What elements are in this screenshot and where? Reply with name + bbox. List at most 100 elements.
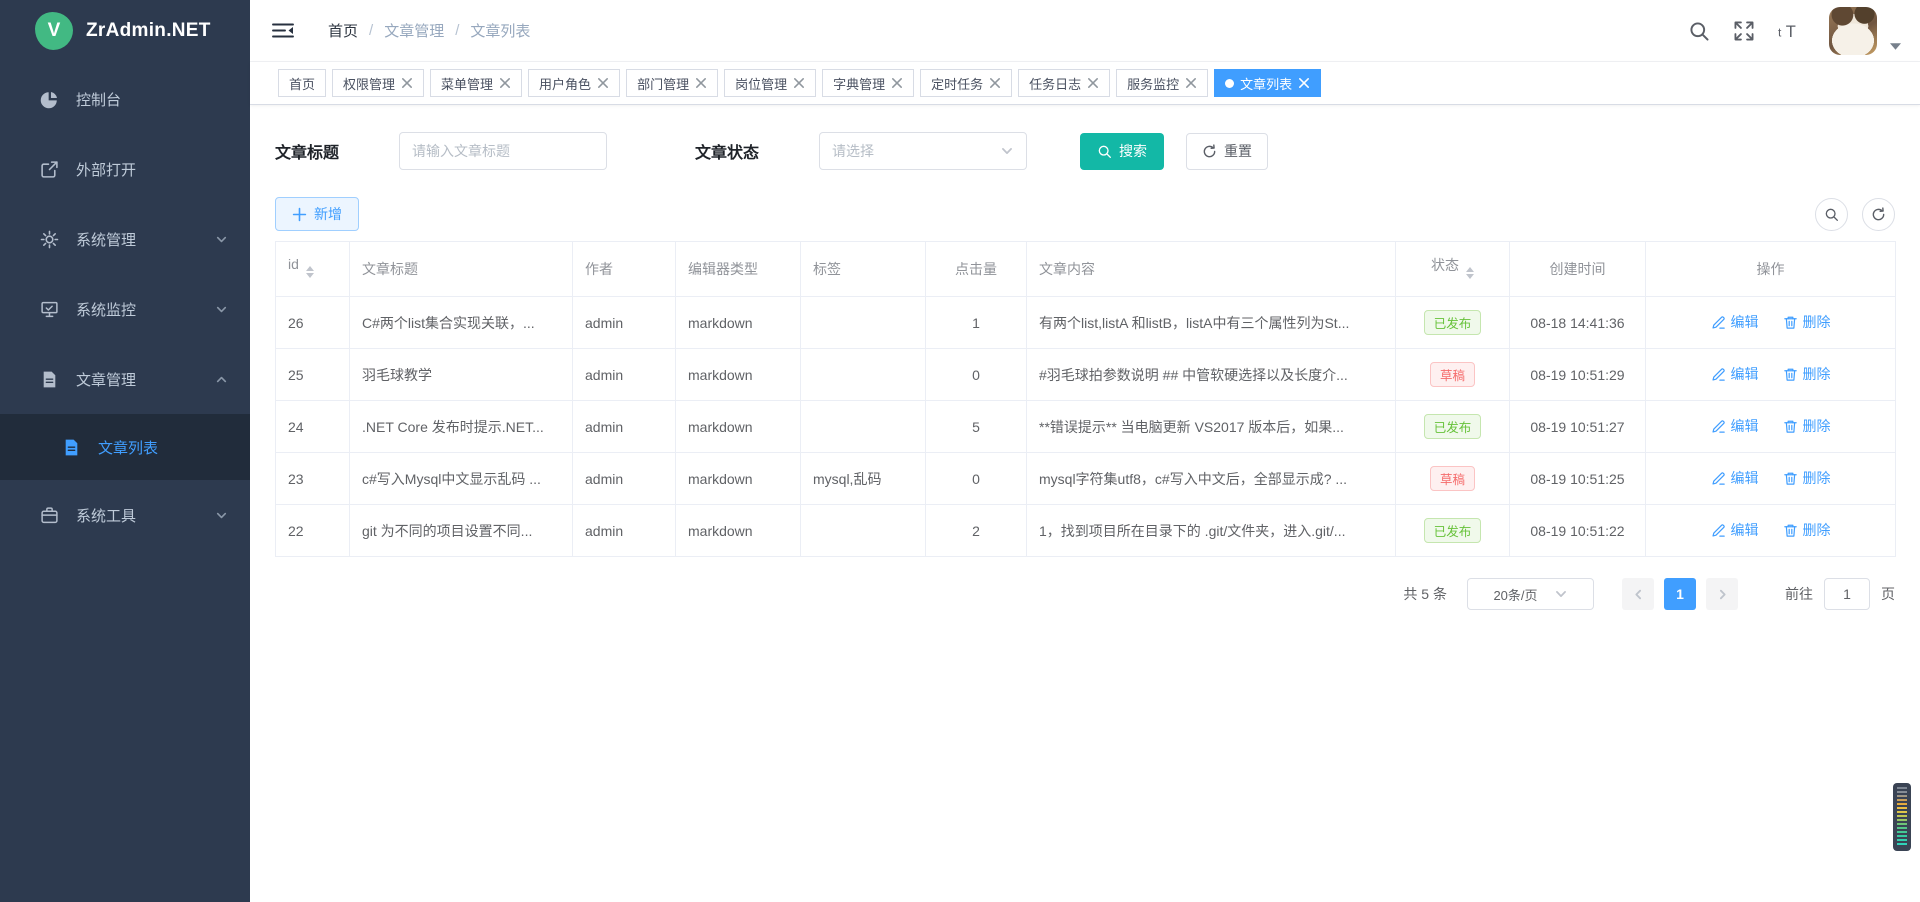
active-tab-dot [1225, 79, 1234, 88]
cell-tags [801, 401, 926, 453]
font-size-icon[interactable]: tT [1778, 20, 1800, 42]
user-menu[interactable] [1829, 7, 1901, 55]
edit-link-label: 编辑 [1731, 364, 1759, 384]
add-button[interactable]: 新增 [275, 197, 359, 231]
column-header-label: id [288, 256, 299, 272]
tab-home[interactable]: 首页 [278, 69, 326, 97]
toggle-search-button[interactable] [1815, 198, 1848, 231]
cell-created: 08-19 10:51:29 [1510, 349, 1646, 401]
article-title-label: 文章标题 [275, 139, 339, 163]
column-header-label: 文章标题 [362, 261, 418, 277]
tab-dict[interactable]: 字典管理 [822, 69, 914, 97]
sidebar-item-dashboard[interactable]: 控制台 [0, 64, 250, 134]
cell-editor: markdown [676, 401, 801, 453]
tab-label: 用户角色 [539, 74, 591, 93]
tab-job-log[interactable]: 任务日志 [1018, 69, 1110, 97]
cell-tags: mysql,乱码 [801, 453, 926, 505]
articles-table: id文章标题作者编辑器类型标签点击量文章内容状态创建时间操作26C#两个list… [275, 241, 1896, 557]
table-container: id文章标题作者编辑器类型标签点击量文章内容状态创建时间操作26C#两个list… [275, 241, 1895, 557]
delete-link[interactable]: 删除 [1783, 416, 1831, 436]
delete-link-label: 删除 [1803, 520, 1831, 540]
tab-permission[interactable]: 权限管理 [332, 69, 424, 97]
chevron-down-icon [215, 509, 228, 522]
tab-scheduled-job[interactable]: 定时任务 [920, 69, 1012, 97]
hamburger-icon[interactable] [272, 21, 294, 40]
article-status-select[interactable]: 请选择 [819, 132, 1027, 170]
sidebar-item-label: 系统管理 [76, 229, 215, 250]
edit-icon [1711, 315, 1726, 330]
cell-content: #羽毛球拍参数说明 ## 中管软硬选择以及长度介... [1027, 349, 1396, 401]
next-page-button[interactable] [1706, 578, 1738, 610]
delete-link[interactable]: 删除 [1783, 468, 1831, 488]
sidebar-item-system-admin[interactable]: 系统管理 [0, 204, 250, 274]
close-icon [793, 77, 805, 89]
column-header-label: 作者 [585, 261, 613, 277]
fullscreen-icon[interactable] [1733, 20, 1755, 42]
cell-status: 草稿 [1396, 349, 1510, 401]
cell-actions: 编辑 删除 [1646, 505, 1896, 557]
edit-link[interactable]: 编辑 [1711, 520, 1759, 540]
delete-link[interactable]: 删除 [1783, 520, 1831, 540]
reset-button[interactable]: 重置 [1186, 133, 1268, 170]
chevron-up-icon [215, 373, 228, 386]
main-area: 首页/文章管理/文章列表 tT 首页权限管理菜单管理用户角色部门管理岗位管理字典… [250, 0, 1920, 902]
chevron-down-icon [215, 233, 228, 246]
search-button[interactable]: 搜索 [1080, 133, 1164, 170]
tab-menu[interactable]: 菜单管理 [430, 69, 522, 97]
gear-icon [40, 230, 59, 249]
tab-label: 首页 [289, 74, 315, 93]
goto-label: 前往 [1785, 584, 1813, 604]
prev-page-button[interactable] [1622, 578, 1654, 610]
goto-page-input[interactable] [1824, 578, 1870, 610]
pagination: 共 5 条 20条/页 1 前往 页 [275, 578, 1895, 610]
cell-editor: markdown [676, 453, 801, 505]
tab-user-role[interactable]: 用户角色 [528, 69, 620, 97]
page-size-select[interactable]: 20条/页 [1467, 578, 1594, 610]
cell-created: 08-19 10:51:25 [1510, 453, 1646, 505]
refresh-table-button[interactable] [1862, 198, 1895, 231]
sidebar-item-external-open[interactable]: 外部打开 [0, 134, 250, 204]
cell-author: admin [573, 453, 676, 505]
goto-page: 前往 页 [1785, 578, 1895, 610]
edit-link[interactable]: 编辑 [1711, 364, 1759, 384]
delete-link[interactable]: 删除 [1783, 312, 1831, 332]
article-title-input[interactable] [399, 132, 607, 170]
column-header-content: 文章内容 [1027, 242, 1396, 297]
tab-post[interactable]: 岗位管理 [724, 69, 816, 97]
tab-department[interactable]: 部门管理 [626, 69, 718, 97]
table-toolbar: 新增 [275, 197, 1895, 231]
search-icon [1824, 207, 1839, 222]
tab-article-list[interactable]: 文章列表 [1214, 69, 1321, 97]
sidebar-item-article-admin[interactable]: 文章管理 [0, 344, 250, 414]
tab-server-monitor[interactable]: 服务监控 [1116, 69, 1208, 97]
table-header-row: id文章标题作者编辑器类型标签点击量文章内容状态创建时间操作 [276, 242, 1896, 297]
column-header-label: 编辑器类型 [688, 261, 758, 277]
sort-control[interactable] [306, 262, 314, 282]
sidebar-item-system-tools[interactable]: 系统工具 [0, 480, 250, 550]
sidebar-submenu: 文章列表 [0, 414, 250, 480]
sort-control[interactable] [1466, 263, 1474, 283]
chevron-right-icon [1716, 588, 1729, 601]
edit-link[interactable]: 编辑 [1711, 416, 1759, 436]
logo[interactable]: V ZrAdmin.NET [0, 0, 250, 62]
breadcrumb-item[interactable]: 首页 [328, 20, 358, 41]
sidebar-subitem-article-list[interactable]: 文章列表 [0, 414, 250, 480]
cell-content: mysql字符集utf8，c#写入中文后，全部显示成? ... [1027, 453, 1396, 505]
edit-link[interactable]: 编辑 [1711, 312, 1759, 332]
cell-title: c#写入Mysql中文显示乱码 ... [350, 453, 573, 505]
column-header-label: 点击量 [955, 261, 997, 277]
delete-link[interactable]: 删除 [1783, 364, 1831, 384]
sidebar-item-label: 文章管理 [76, 369, 215, 390]
cell-tags [801, 349, 926, 401]
edit-link[interactable]: 编辑 [1711, 468, 1759, 488]
edge-color-widget[interactable] [1893, 783, 1911, 851]
cell-created: 08-19 10:51:22 [1510, 505, 1646, 557]
search-icon[interactable] [1688, 20, 1710, 42]
current-page-button[interactable]: 1 [1664, 578, 1696, 610]
table-row: 22git 为不同的项目设置不同...adminmarkdown21，找到项目所… [276, 505, 1896, 557]
close-icon [695, 77, 707, 89]
sidebar-item-system-monitor[interactable]: 系统监控 [0, 274, 250, 344]
cell-status: 已发布 [1396, 505, 1510, 557]
total-count: 共 5 条 [1403, 584, 1447, 604]
cell-id: 26 [276, 297, 350, 349]
